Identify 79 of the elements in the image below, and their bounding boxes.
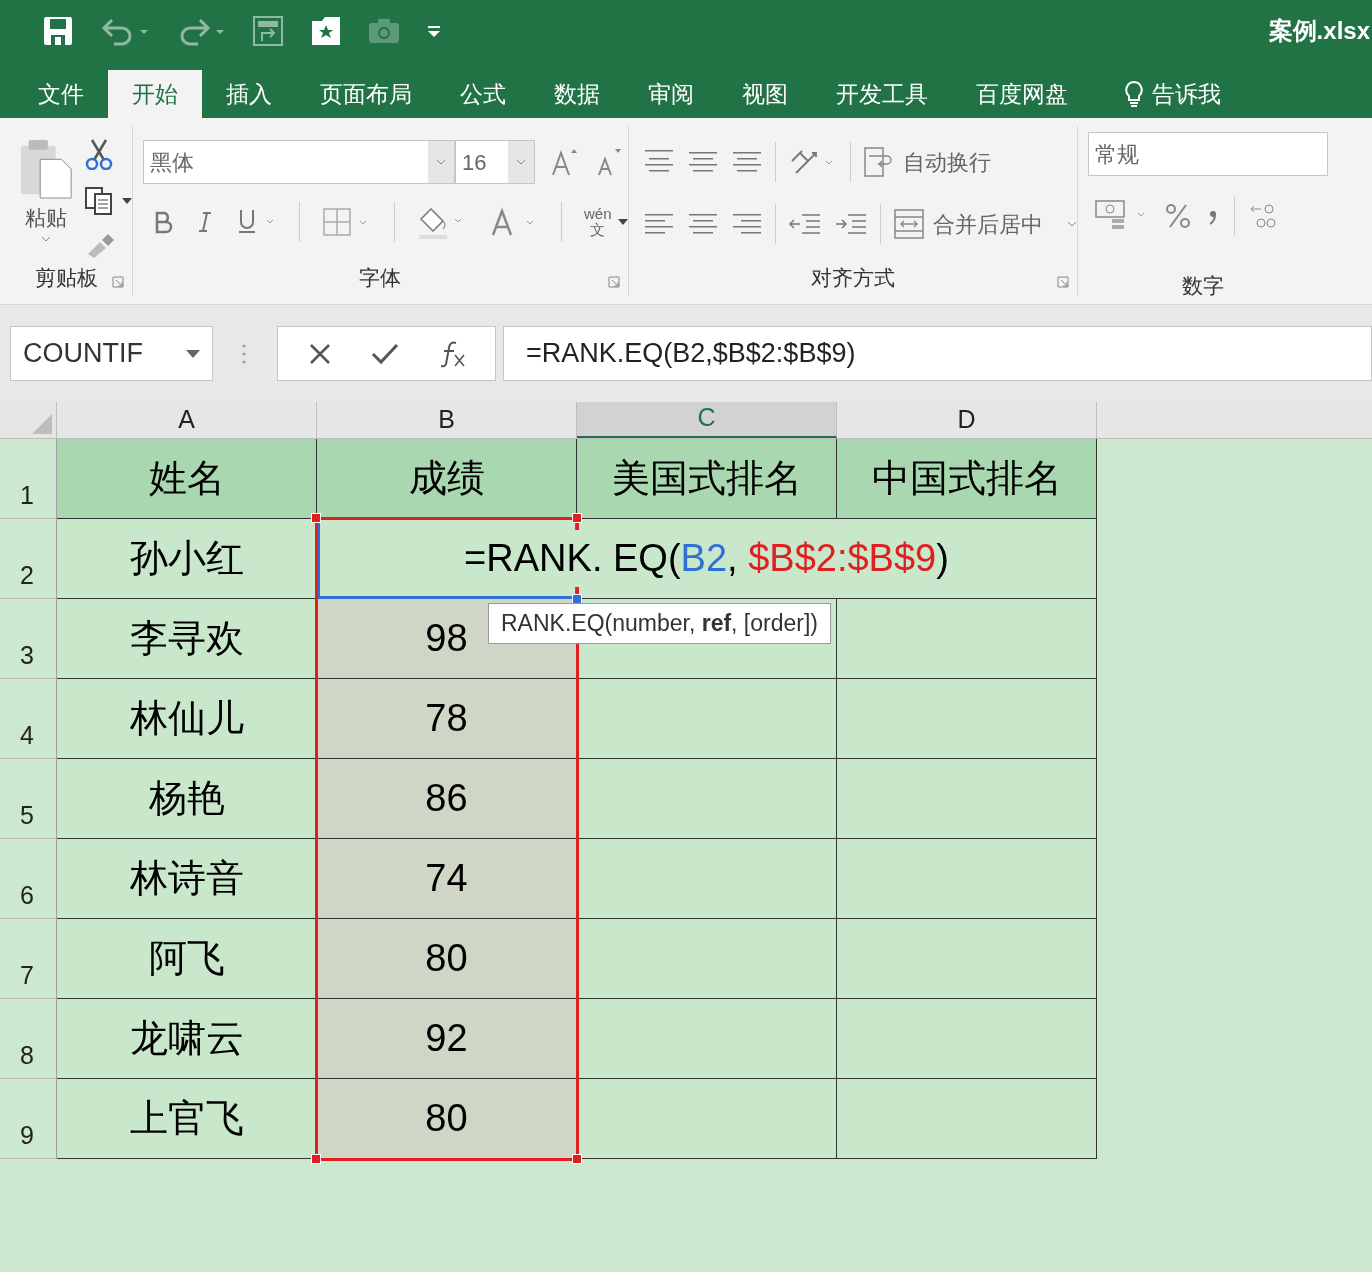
- table-cell: 阿飞: [57, 919, 317, 999]
- ribbon-tab[interactable]: 开始: [108, 70, 202, 118]
- table-cell: 孙小红: [57, 519, 317, 599]
- dialog-launcher-icon[interactable]: [112, 276, 124, 288]
- group-label: 数字: [1181, 273, 1224, 300]
- caret-icon: [41, 235, 51, 242]
- table-cell: 林仙儿: [57, 679, 317, 759]
- table-cell: 80: [317, 919, 577, 999]
- wrap-text-button[interactable]: 自动换行: [862, 145, 991, 179]
- number-format-field[interactable]: 常规: [1087, 132, 1328, 176]
- table-cell: 杨艳: [57, 759, 317, 839]
- cancel-icon[interactable]: [307, 341, 332, 366]
- wrap-text-icon: [862, 146, 895, 178]
- formula-field[interactable]: =RANK.EQ(B2,$B$2:$B$9): [503, 326, 1372, 381]
- merge-center-button[interactable]: 合并后居中: [892, 207, 1077, 241]
- table-cell: 上官飞: [57, 1079, 317, 1159]
- column-header[interactable]: C: [577, 402, 837, 438]
- ribbon-tab[interactable]: 文件: [14, 70, 108, 118]
- ribbon-tab[interactable]: 公式: [436, 70, 530, 118]
- group-label: 对齐方式: [810, 265, 895, 292]
- group-label: 字体: [359, 265, 402, 292]
- table-cell: 74: [317, 839, 577, 919]
- window-title: 案例.xlsx: [1268, 16, 1370, 46]
- paste-label: 粘贴: [25, 205, 67, 231]
- phonetic-button[interactable]: wén 文: [584, 206, 628, 238]
- undo-icon[interactable]: [100, 16, 150, 46]
- caret-icon: [617, 219, 628, 225]
- resize-handle[interactable]: [572, 594, 582, 604]
- column-header[interactable]: A: [57, 402, 317, 438]
- table-cell: 86: [317, 759, 577, 839]
- caret-icon: [1066, 221, 1077, 227]
- check-icon[interactable]: [370, 341, 399, 366]
- table-cell: 姓名: [57, 439, 317, 519]
- increase-font-icon[interactable]: [549, 147, 579, 177]
- dialog-launcher-icon[interactable]: [607, 276, 620, 288]
- lightbulb-icon[interactable]: [1124, 80, 1144, 108]
- table-cell: 林诗音: [57, 839, 317, 919]
- ribbon-tab[interactable]: 页面布局: [296, 70, 436, 118]
- bold-icon[interactable]: [153, 210, 173, 234]
- resize-handle[interactable]: [572, 1154, 582, 1164]
- scissors-icon[interactable]: [84, 138, 114, 170]
- cell-editor[interactable]: =RANK. EQ(B2, $B$2:$B$9): [317, 519, 1097, 599]
- copy-icon[interactable]: [84, 186, 114, 216]
- form-icon[interactable]: [252, 15, 284, 47]
- paste-button[interactable]: 粘贴: [0, 126, 70, 260]
- resize-handle[interactable]: [311, 1154, 321, 1164]
- function-tooltip: RANK.EQ(number, ref, [order]): [488, 603, 831, 644]
- ribbon-tab[interactable]: 插入: [202, 70, 296, 118]
- ribbon-tab[interactable]: 开发工具: [812, 70, 952, 118]
- ribbon-tab[interactable]: 数据: [530, 70, 624, 118]
- font-size-field[interactable]: 16: [455, 140, 535, 184]
- name-box[interactable]: COUNTIF: [10, 326, 213, 381]
- increase-decimal-icon[interactable]: [1248, 201, 1279, 231]
- resize-handle[interactable]: [311, 513, 321, 523]
- column-header[interactable]: D: [837, 402, 1097, 438]
- font-name-field[interactable]: 黑体: [143, 140, 455, 184]
- dialog-launcher-icon[interactable]: [1056, 276, 1069, 288]
- folder-star-icon[interactable]: [310, 15, 342, 47]
- group-label: 剪贴板: [34, 265, 98, 292]
- table-cell: 92: [317, 999, 577, 1079]
- caret-icon: [186, 349, 200, 358]
- table-cell: 成绩: [317, 439, 577, 519]
- ribbon-tab[interactable]: 视图: [718, 70, 812, 118]
- caret-icon[interactable]: [122, 198, 132, 204]
- table-cell: 美国式排名: [577, 439, 837, 519]
- table-cell: 80: [317, 1079, 577, 1159]
- percent-icon[interactable]: [1163, 202, 1192, 230]
- tell-me-field[interactable]: 告诉我: [1152, 76, 1221, 112]
- table-cell: 龙啸云: [57, 999, 317, 1079]
- table-cell: 中国式排名: [837, 439, 1097, 519]
- resize-handle[interactable]: [572, 513, 582, 523]
- customize-toolbar-icon[interactable]: [426, 23, 442, 39]
- table-cell: 78: [317, 679, 577, 759]
- save-icon[interactable]: [42, 15, 74, 47]
- ribbon-tab[interactable]: 审阅: [624, 70, 718, 118]
- ribbon-tab[interactable]: 百度网盘: [952, 70, 1092, 118]
- table-cell: 李寻欢: [57, 599, 317, 679]
- grip-icon[interactable]: [241, 342, 247, 365]
- merge-icon: [892, 208, 925, 240]
